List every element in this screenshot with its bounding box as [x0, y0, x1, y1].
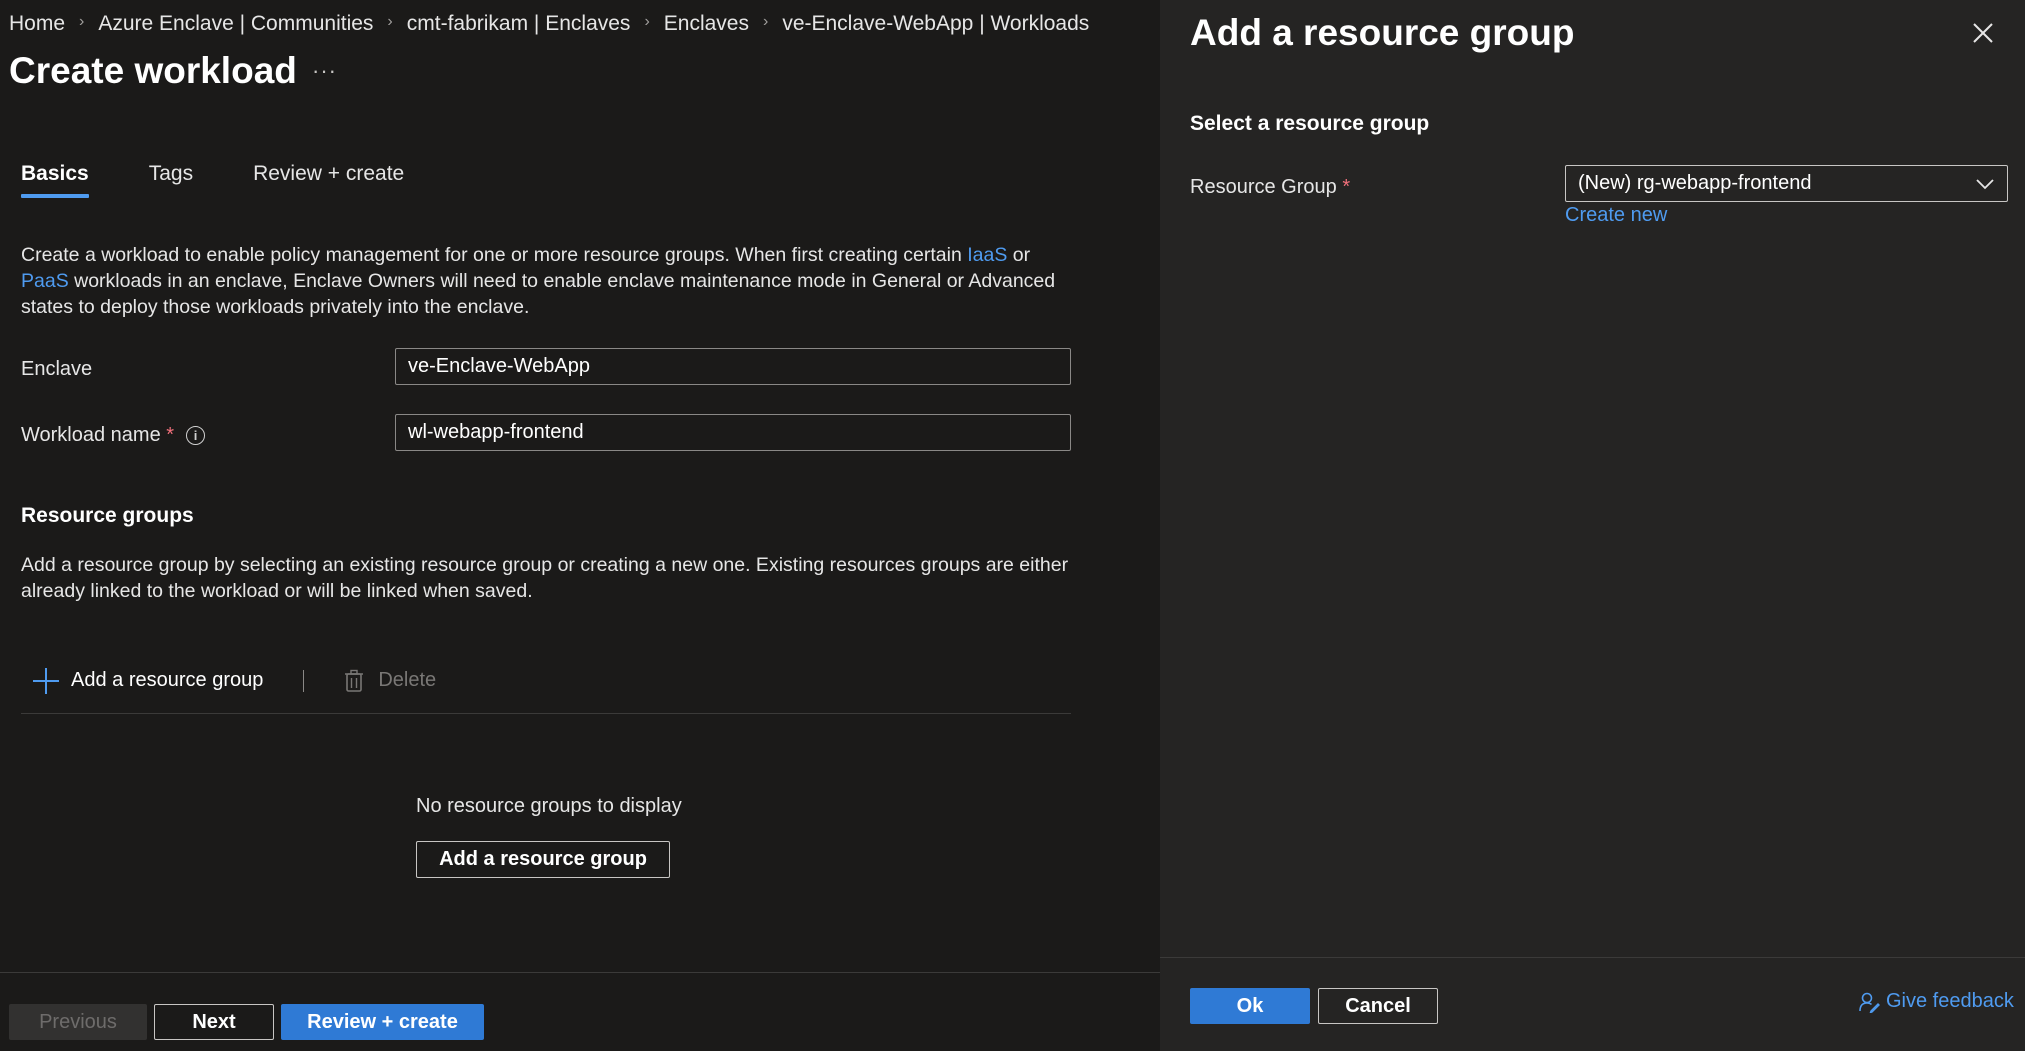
give-feedback-label: Give feedback [1886, 990, 2014, 1012]
description-text: or [1007, 244, 1031, 266]
breadcrumb-enclaves-owner[interactable]: cmt-fabrikam | Enclaves [407, 12, 631, 36]
iaas-link[interactable]: IaaS [967, 244, 1007, 266]
required-marker: * [1342, 176, 1351, 198]
add-resource-group-panel: Add a resource group Select a resource g… [1160, 0, 2025, 1051]
tab-basics[interactable]: Basics [21, 162, 89, 198]
paas-link[interactable]: PaaS [21, 270, 69, 292]
review-create-button[interactable]: Review + create [281, 1004, 484, 1040]
empty-state-text: No resource groups to display [416, 795, 682, 817]
resource-group-select[interactable]: (New) rg-webapp-frontend [1565, 165, 2008, 202]
enclave-field: ve-Enclave-WebApp [395, 348, 1071, 385]
enclave-label-text: Enclave [21, 358, 93, 380]
tab-bar: Basics Tags Review + create [21, 162, 464, 198]
panel-title: Add a resource group [1190, 12, 1575, 53]
workload-name-label: Workload name * i [21, 424, 206, 447]
cancel-button[interactable]: Cancel [1318, 988, 1438, 1024]
chevron-down-icon [1976, 178, 1994, 189]
breadcrumb: Home › Azure Enclave | Communities › cmt… [9, 12, 1089, 36]
workload-name-label-text: Workload name [21, 424, 161, 446]
add-resource-group-button[interactable]: Add a resource group [33, 667, 264, 694]
next-button[interactable]: Next [154, 1004, 274, 1040]
toolbar-divider [303, 669, 305, 692]
workload-name-input[interactable]: wl-webapp-frontend [395, 414, 1071, 451]
description-text: Create a workload to enable policy manag… [21, 244, 968, 266]
footer-divider [0, 972, 1160, 973]
plus-icon [33, 667, 59, 694]
page-title: Create workload [9, 50, 297, 91]
tab-review-create[interactable]: Review + create [253, 162, 404, 198]
resource-groups-toolbar: Add a resource group Delete [21, 660, 1071, 714]
description-text: workloads in an enclave, Enclave Owners … [21, 270, 1056, 318]
create-new-link[interactable]: Create new [1565, 204, 1667, 227]
resource-group-label: Resource Group * [1190, 176, 1350, 199]
breadcrumb-enclaves[interactable]: Enclaves [664, 12, 749, 36]
chevron-right-icon: › [79, 13, 85, 30]
feedback-icon [1859, 992, 1880, 1013]
close-icon[interactable] [1970, 20, 1996, 46]
add-resource-group-empty-button[interactable]: Add a resource group [416, 841, 670, 878]
breadcrumb-home[interactable]: Home [9, 12, 65, 36]
add-resource-group-label: Add a resource group [71, 669, 264, 691]
resource-group-label-text: Resource Group [1190, 176, 1337, 198]
enclave-label: Enclave [21, 358, 92, 381]
enclave-value: ve-Enclave-WebApp [408, 355, 590, 377]
more-icon[interactable]: ··· [312, 58, 337, 84]
trash-icon [345, 669, 364, 692]
workload-description: Create a workload to enable policy manag… [21, 242, 1061, 320]
chevron-right-icon: › [762, 13, 769, 30]
panel-footer-divider [1160, 957, 2025, 958]
resource-groups-title: Resource groups [21, 504, 194, 527]
ok-button[interactable]: Ok [1190, 988, 1310, 1024]
create-workload-page: Home › Azure Enclave | Communities › cmt… [0, 0, 1160, 1051]
tab-tags[interactable]: Tags [149, 162, 193, 198]
previous-button[interactable]: Previous [9, 1004, 147, 1040]
breadcrumb-workloads[interactable]: ve-Enclave-WebApp | Workloads [782, 12, 1089, 36]
panel-subtitle: Select a resource group [1190, 112, 1430, 135]
required-marker: * [166, 424, 175, 446]
chevron-right-icon: › [387, 13, 393, 30]
chevron-right-icon: › [644, 13, 650, 30]
delete-label: Delete [378, 669, 437, 691]
breadcrumb-communities[interactable]: Azure Enclave | Communities [98, 12, 373, 36]
info-icon[interactable]: i [186, 426, 206, 445]
give-feedback-link[interactable]: Give feedback [1858, 990, 2014, 1013]
delete-button[interactable]: Delete [344, 669, 436, 693]
resource-group-selected-value: (New) rg-webapp-frontend [1578, 172, 1812, 194]
resource-groups-description: Add a resource group by selecting an exi… [21, 554, 1069, 602]
workload-name-value: wl-webapp-frontend [408, 421, 584, 443]
